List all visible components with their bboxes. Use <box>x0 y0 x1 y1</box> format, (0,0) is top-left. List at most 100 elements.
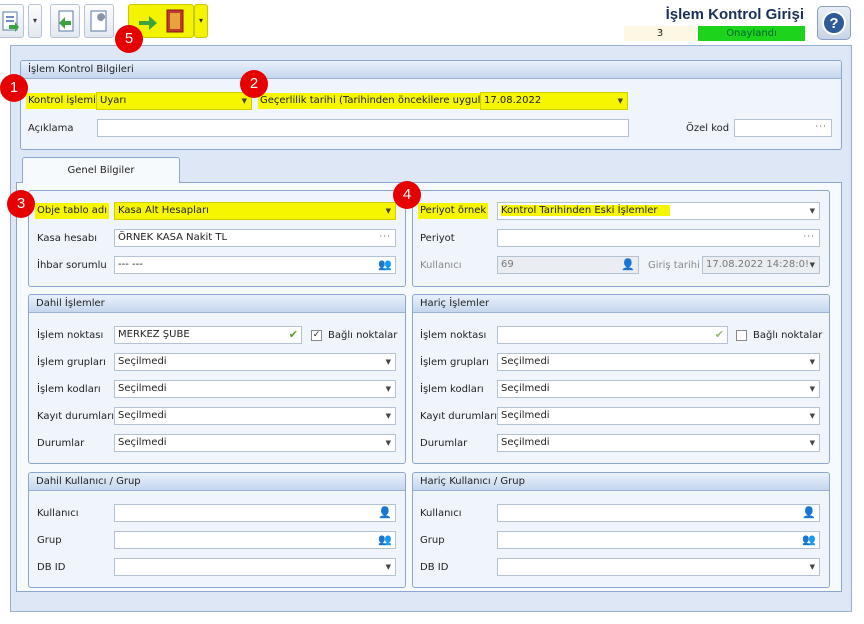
back-arrow-icon <box>58 10 74 32</box>
object-table-select[interactable]: Kasa Alt Hesapları ▼ <box>114 202 396 220</box>
entry-date-field: 17.08.2022 14:28:0! ▼ <box>702 256 820 274</box>
settings-button[interactable] <box>84 4 114 38</box>
validity-date-value: 17.08.2022 <box>484 95 542 106</box>
document-dropdown[interactable]: ▾ <box>28 4 42 38</box>
period-input[interactable]: ··· <box>497 229 820 247</box>
object-table-value: Kasa Alt Hesapları <box>118 205 209 216</box>
inc-codes-value: Seçilmedi <box>118 383 167 394</box>
exc-groups-select[interactable]: Seçilmedi ▼ <box>497 353 820 371</box>
user-input: 69 👤 <box>497 256 639 274</box>
entry-date-value: 17.08.2022 14:28:0! <box>706 259 809 270</box>
inc-groups-value: Seçilmedi <box>118 356 167 367</box>
control-info-header: İşlem Kontrol Bilgileri <box>21 61 841 79</box>
inc-codes-select[interactable]: Seçilmedi ▼ <box>114 380 396 398</box>
ellipsis-icon: ··· <box>803 232 815 242</box>
notice-owner-label: İhbar sorumlu <box>37 260 107 271</box>
entry-date-label: Giriş tarihi <box>648 260 700 271</box>
included-users-header: Dahil Kullanıcı / Grup <box>29 473 405 491</box>
object-table-label: Obje tablo adı <box>35 203 110 219</box>
excluded-users-header: Hariç Kullanıcı / Grup <box>413 473 829 491</box>
period-sample-select[interactable]: Kontrol Tarihinden Eski İşlemler ▼ <box>497 202 820 220</box>
chevron-down-icon: ▼ <box>809 385 815 393</box>
inc-record-status-value: Seçilmedi <box>118 410 167 421</box>
inc-dbid-select[interactable]: ▼ <box>114 558 396 576</box>
chevron-down-icon: ▼ <box>385 563 391 571</box>
window-title: İşlem Kontrol Girişi <box>665 6 804 23</box>
user-icon[interactable]: 👤 <box>378 507 392 519</box>
ellipsis-icon: ··· <box>815 122 827 132</box>
inc-groups-select[interactable]: Seçilmedi ▼ <box>114 353 396 371</box>
inc-dbid-label: DB ID <box>37 562 66 573</box>
checkmark-icon[interactable]: ✔ <box>715 329 724 341</box>
exc-record-status-select[interactable]: Seçilmedi ▼ <box>497 407 820 425</box>
callout-badge-5: 5 <box>115 25 143 53</box>
exc-groups-label: İşlem grupları <box>420 357 489 368</box>
inc-user-input[interactable]: 👤 <box>114 504 396 522</box>
chevron-down-icon: ▼ <box>385 439 391 447</box>
help-icon: ? <box>822 11 846 35</box>
exc-group-input[interactable]: 👥 <box>497 531 820 549</box>
exc-dbid-label: DB ID <box>420 562 449 573</box>
period-sample-value: Kontrol Tarihinden Eski İşlemler <box>501 205 670 216</box>
document-button[interactable] <box>0 4 24 38</box>
exc-codes-select[interactable]: Seçilmedi ▼ <box>497 380 820 398</box>
exc-point-input[interactable]: ✔ <box>497 326 728 344</box>
exc-codes-value: Seçilmedi <box>501 383 550 394</box>
checkmark-icon[interactable]: ✔ <box>289 329 298 341</box>
chevron-down-icon: ▼ <box>809 439 815 447</box>
chevron-down-icon: ▼ <box>809 207 815 215</box>
control-action-label: Kontrol işlemi <box>26 93 98 109</box>
exc-group-label: Grup <box>420 535 445 546</box>
inc-point-label: İşlem noktası <box>37 330 104 341</box>
document-icon <box>2 11 19 32</box>
exc-point-label: İşlem noktası <box>420 330 487 341</box>
exc-linked-label: Bağlı noktalar <box>753 330 823 341</box>
control-action-select[interactable]: Uyarı ▼ <box>96 92 252 110</box>
user-value: 69 <box>501 259 514 270</box>
exc-states-label: Durumlar <box>420 438 468 449</box>
exc-dbid-select[interactable]: ▼ <box>497 558 820 576</box>
exc-codes-label: İşlem kodları <box>420 384 484 395</box>
period-label: Periyot <box>420 233 455 244</box>
inc-linked-label: Bağlı noktalar <box>328 330 398 341</box>
inc-states-select[interactable]: Seçilmedi ▼ <box>114 434 396 452</box>
special-code-input[interactable]: ··· <box>734 119 832 137</box>
validity-date-field[interactable]: 17.08.2022 ▼ <box>480 92 628 110</box>
help-button[interactable]: ? <box>817 6 851 40</box>
apply-dropdown[interactable]: ▾ <box>194 4 208 38</box>
period-sample-label: Periyot örnek <box>418 203 489 219</box>
inc-group-label: Grup <box>37 535 62 546</box>
inc-point-input[interactable]: MERKEZ ŞUBE ✔ <box>114 326 302 344</box>
users-group-icon[interactable]: 👥 <box>378 534 392 546</box>
validity-date-label: Geçerlilik tarihi (Tarihinden öncekilere… <box>258 93 493 109</box>
tab-general-info[interactable]: Genel Bilgiler <box>22 157 180 183</box>
exc-states-value: Seçilmedi <box>501 437 550 448</box>
description-input[interactable] <box>97 119 629 137</box>
callout-badge-1: 1 <box>0 74 28 102</box>
cash-account-label: Kasa hesabı <box>37 233 97 244</box>
user-icon[interactable]: 👤 <box>802 507 816 519</box>
callout-badge-4: 4 <box>393 181 421 209</box>
inc-record-status-select[interactable]: Seçilmedi ▼ <box>114 407 396 425</box>
exc-user-input[interactable]: 👤 <box>497 504 820 522</box>
user-label: Kullanıcı <box>420 260 462 271</box>
exc-linked-checkbox[interactable] <box>736 330 747 341</box>
control-action-value: Uyarı <box>100 95 127 106</box>
chevron-down-icon: ▼ <box>385 358 391 366</box>
chevron-down-icon: ▼ <box>809 358 815 366</box>
exc-groups-value: Seçilmedi <box>501 356 550 367</box>
cash-account-input[interactable]: ÖRNEK KASA Nakit TL ··· <box>114 229 396 247</box>
exc-states-select[interactable]: Seçilmedi ▼ <box>497 434 820 452</box>
chevron-down-icon: ▼ <box>809 563 815 571</box>
inc-user-label: Kullanıcı <box>37 508 79 519</box>
chevron-down-icon: ▼ <box>385 412 391 420</box>
users-group-icon[interactable]: 👥 <box>378 259 392 271</box>
exc-record-status-value: Seçilmedi <box>501 410 550 421</box>
inc-codes-label: İşlem kodları <box>37 384 101 395</box>
inc-group-input[interactable]: 👥 <box>114 531 396 549</box>
back-button[interactable] <box>50 4 80 38</box>
notice-owner-input[interactable]: --- --- 👥 <box>114 256 396 274</box>
inc-groups-label: İşlem grupları <box>37 357 106 368</box>
users-group-icon[interactable]: 👥 <box>802 534 816 546</box>
inc-linked-checkbox[interactable]: ✓ <box>311 330 322 341</box>
